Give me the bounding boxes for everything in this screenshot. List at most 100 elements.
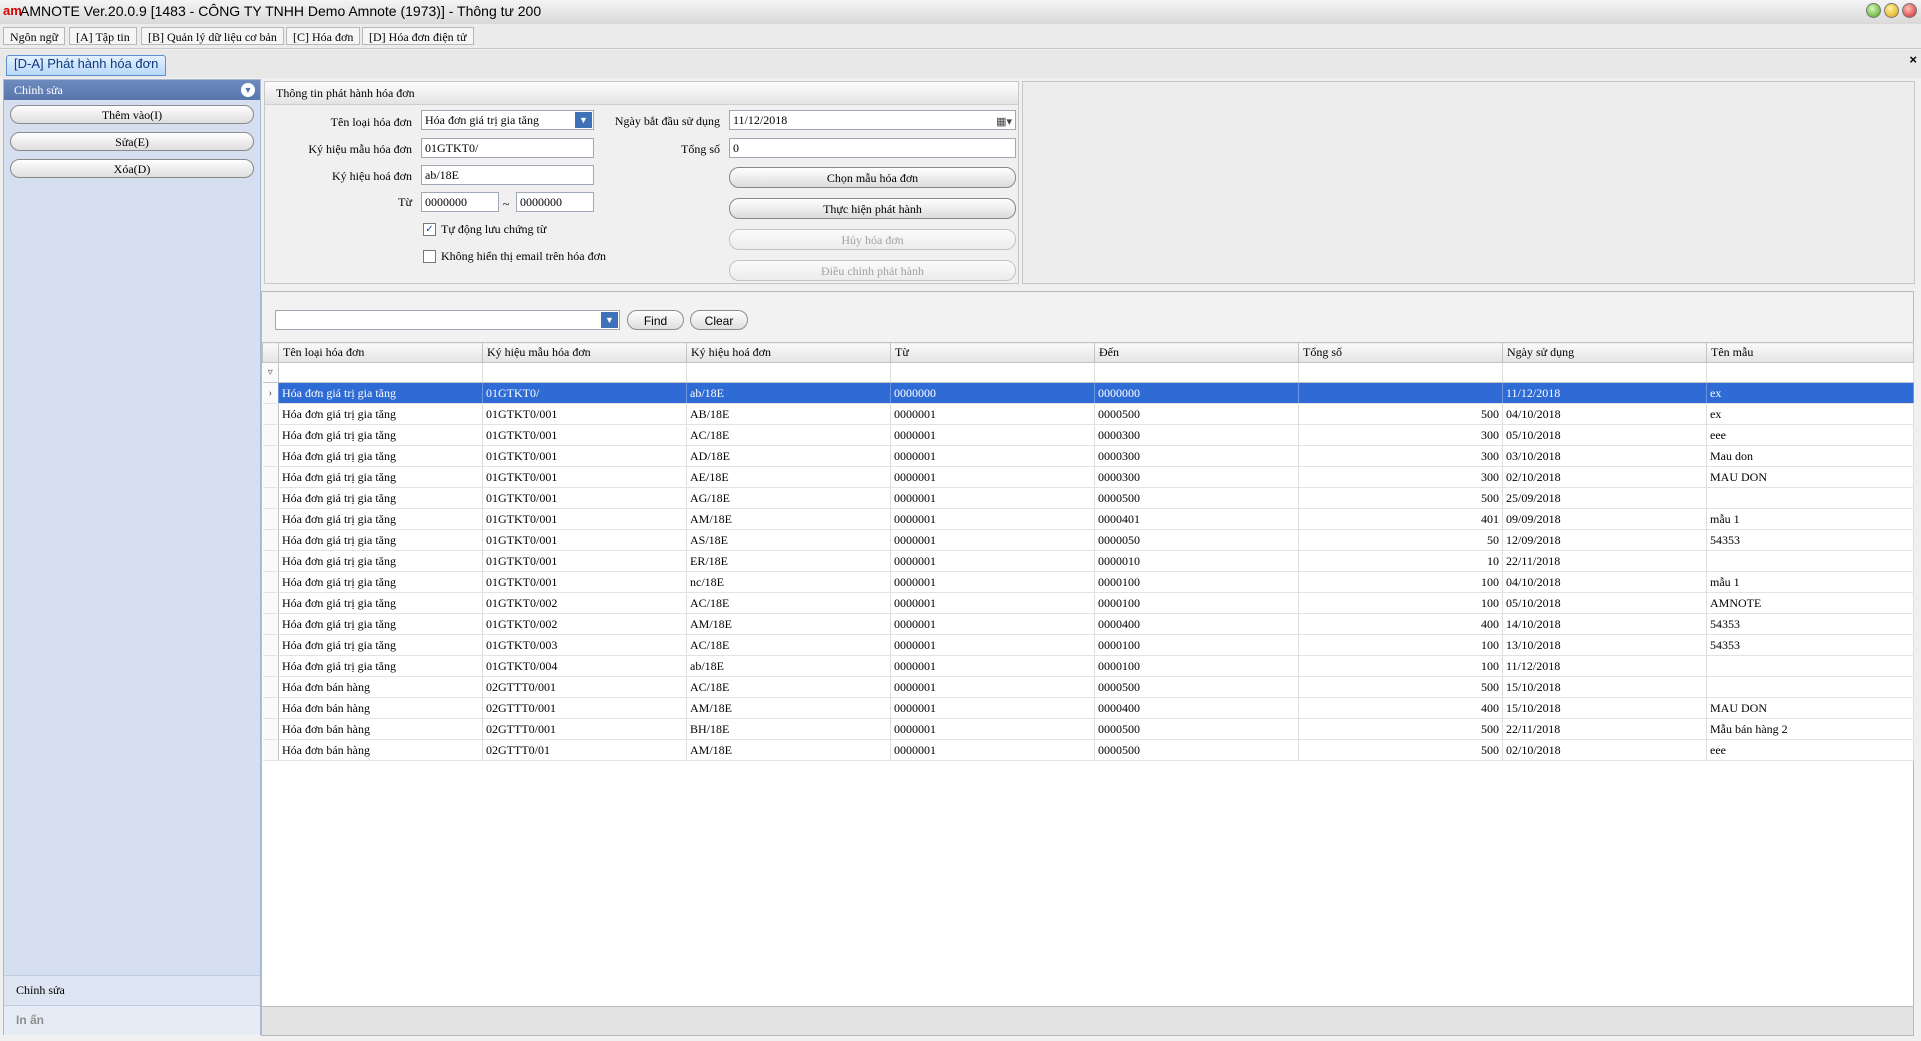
table-cell[interactable]: 13/10/2018 [1502, 634, 1707, 656]
filter-cell[interactable] [686, 362, 891, 383]
table-cell[interactable]: ER/18E [686, 550, 891, 572]
table-cell[interactable]: AC/18E [686, 424, 891, 446]
table-cell[interactable]: Hóa đơn giá trị gia tăng [278, 445, 483, 467]
table-cell[interactable]: 15/10/2018 [1502, 676, 1707, 698]
row-indicator[interactable] [262, 466, 279, 488]
table-cell[interactable]: 0000400 [1094, 613, 1299, 635]
table-cell[interactable]: Hóa đơn giá trị gia tăng [278, 655, 483, 677]
table-cell[interactable]: 0000300 [1094, 445, 1299, 467]
table-cell[interactable]: 25/09/2018 [1502, 487, 1707, 509]
table-row[interactable]: Hóa đơn giá trị gia tăng 01GTKT0/002 AM/18… [262, 613, 1914, 635]
collapse-icon[interactable]: ▼ [241, 83, 255, 97]
table-cell[interactable]: AB/18E [686, 403, 891, 425]
filter-cell[interactable] [1094, 362, 1299, 383]
row-indicator[interactable] [262, 529, 279, 551]
table-cell[interactable]: 0000001 [890, 613, 1095, 635]
table-cell[interactable]: Hóa đơn giá trị gia tăng [278, 529, 483, 551]
table-cell[interactable]: 02GTTT0/001 [482, 676, 687, 698]
table-cell[interactable]: 11/12/2018 [1502, 655, 1707, 677]
table-row[interactable]: Hóa đơn giá trị gia tăng 01GTKT0/003 AC/18… [262, 634, 1914, 656]
table-row[interactable]: Hóa đơn giá trị gia tăng 01GTKT0/001 AE/18… [262, 466, 1914, 488]
table-cell[interactable]: ex [1706, 403, 1914, 425]
add-button[interactable]: Thêm vào(I) [10, 105, 254, 124]
table-cell[interactable]: BH/18E [686, 718, 891, 740]
row-indicator[interactable] [262, 487, 279, 509]
table-cell[interactable]: 01GTKT0/002 [482, 613, 687, 635]
table-cell[interactable]: 01GTKT0/001 [482, 403, 687, 425]
table-cell[interactable]: nc/18E [686, 571, 891, 593]
table-cell[interactable]: AC/18E [686, 676, 891, 698]
delete-button[interactable]: Xóa(D) [10, 159, 254, 178]
table-cell[interactable] [1298, 382, 1503, 404]
table-row[interactable]: Hóa đơn giá trị gia tăng 01GTKT0/001 AS/18… [262, 529, 1914, 551]
table-cell[interactable]: 0000400 [1094, 697, 1299, 719]
maximize-icon[interactable] [1884, 3, 1899, 18]
table-cell[interactable]: 01GTKT0/001 [482, 424, 687, 446]
table-cell[interactable]: 01GTKT0/001 [482, 529, 687, 551]
table-cell[interactable]: Hóa đơn giá trị gia tăng [278, 550, 483, 572]
filter-cell[interactable] [890, 362, 1095, 383]
clear-button[interactable]: Clear [690, 310, 748, 330]
invoice-type-select[interactable]: Hóa đơn giá trị gia tăng ▼ [421, 110, 594, 130]
table-cell[interactable]: 0000001 [890, 739, 1095, 761]
table-cell[interactable]: 0000001 [890, 571, 1095, 593]
table-cell[interactable]: 03/10/2018 [1502, 445, 1707, 467]
table-cell[interactable]: 10 [1298, 550, 1503, 572]
start-date-picker[interactable]: 11/12/2018 ▦▾ [729, 110, 1016, 130]
table-cell[interactable]: 100 [1298, 592, 1503, 614]
table-cell[interactable]: 0000010 [1094, 550, 1299, 572]
table-cell[interactable] [1706, 655, 1914, 677]
menu-language[interactable]: Ngôn ngữ [3, 27, 66, 45]
table-cell[interactable]: AS/18E [686, 529, 891, 551]
table-cell[interactable]: 0000500 [1094, 403, 1299, 425]
table-cell[interactable]: Hóa đơn giá trị gia tăng [278, 403, 483, 425]
table-cell[interactable]: AE/18E [686, 466, 891, 488]
table-cell[interactable]: 0000001 [890, 697, 1095, 719]
table-cell[interactable]: Hóa đơn giá trị gia tăng [278, 571, 483, 593]
row-indicator[interactable] [262, 571, 279, 593]
sidebar-section-edit[interactable]: Chỉnh sửa [4, 975, 260, 1006]
table-cell[interactable]: AM/18E [686, 508, 891, 530]
column-header[interactable]: Tên mẫu [1706, 342, 1914, 363]
table-cell[interactable]: 0000100 [1094, 571, 1299, 593]
row-indicator[interactable] [262, 655, 279, 677]
table-cell[interactable] [1706, 487, 1914, 509]
table-row[interactable]: › Hóa đơn giá trị gia tăng 01GTKT0/ab/18E 0… [262, 382, 1914, 404]
table-cell[interactable]: AM/18E [686, 697, 891, 719]
row-indicator[interactable] [262, 739, 279, 761]
table-cell[interactable]: 500 [1298, 487, 1503, 509]
table-cell[interactable]: Hóa đơn giá trị gia tăng [278, 424, 483, 446]
table-cell[interactable]: mẫu 1 [1706, 508, 1914, 530]
table-cell[interactable]: 0000000 [890, 382, 1095, 404]
column-header[interactable]: Từ [890, 342, 1095, 363]
column-header[interactable]: Tên loại hóa đơn [278, 342, 483, 363]
table-cell[interactable]: 02/10/2018 [1502, 739, 1707, 761]
table-row[interactable]: Hóa đơn bán hàng 02GTTT0/01 AM/18E 0000001 0… [262, 739, 1914, 761]
table-cell[interactable]: 0000500 [1094, 718, 1299, 740]
table-cell[interactable]: mẫu 1 [1706, 571, 1914, 593]
table-cell[interactable]: Hóa đơn giá trị gia tăng [278, 466, 483, 488]
table-cell[interactable]: 300 [1298, 424, 1503, 446]
column-header[interactable]: Ngày sử dụng [1502, 342, 1707, 363]
table-cell[interactable]: 0000500 [1094, 487, 1299, 509]
table-cell[interactable]: 01GTKT0/ [482, 382, 687, 404]
table-cell[interactable]: 02GTTT0/001 [482, 697, 687, 719]
table-cell[interactable]: ex [1706, 382, 1914, 404]
find-button[interactable]: Find [627, 310, 684, 330]
table-cell[interactable]: 0000001 [890, 445, 1095, 467]
close-window-icon[interactable] [1902, 3, 1917, 18]
table-cell[interactable]: 50 [1298, 529, 1503, 551]
table-cell[interactable]: 0000001 [890, 487, 1095, 509]
table-cell[interactable]: 100 [1298, 655, 1503, 677]
table-cell[interactable]: 01GTKT0/003 [482, 634, 687, 656]
table-cell[interactable]: Hóa đơn bán hàng [278, 676, 483, 698]
table-row[interactable]: Hóa đơn giá trị gia tăng 01GTKT0/001 AC/18… [262, 424, 1914, 446]
table-cell[interactable]: 02/10/2018 [1502, 466, 1707, 488]
to-number-input[interactable] [516, 192, 594, 212]
table-cell[interactable]: 01GTKT0/001 [482, 550, 687, 572]
table-cell[interactable]: Hóa đơn giá trị gia tăng [278, 487, 483, 509]
row-indicator[interactable] [262, 424, 279, 446]
table-cell[interactable]: 15/10/2018 [1502, 697, 1707, 719]
table-cell[interactable]: 0000001 [890, 634, 1095, 656]
table-cell[interactable]: 0000300 [1094, 466, 1299, 488]
